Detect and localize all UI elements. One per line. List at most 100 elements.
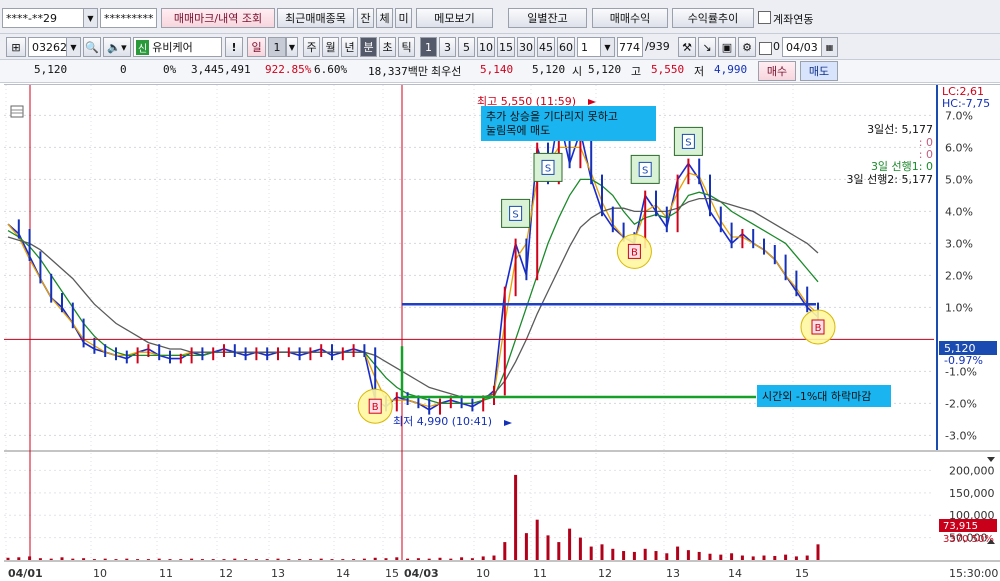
memo-button[interactable]: 메모보기 [416,8,493,28]
volume-bar [676,546,680,560]
series-line-0 [7,115,819,411]
pct-tick-label: 5.0% [945,173,973,186]
stock-name-field[interactable]: 신 유비케어 [133,37,222,57]
grid-toggle-icon[interactable] [10,105,24,118]
buy-marker-label: B [372,402,379,413]
sell-marker-label: S [545,163,551,174]
price-chart[interactable]: 7.0% 6.0% 5.0% 4.0% 3.0% 2.0% 1.0% -1.0% -2.0% -3… [4,85,1000,581]
chevron-down-icon[interactable]: ▼ [286,37,298,57]
chevron-down-icon[interactable]: ▼ [83,9,97,27]
interval-button[interactable]: 60 [557,37,575,57]
volume-bar [341,559,345,560]
chart-settings-icon[interactable]: ⊞ [6,37,26,57]
credit-badge: 신 [136,39,150,55]
date-checkbox[interactable] [759,42,772,55]
speaker-icon[interactable]: 🔈▾ [103,37,131,57]
interval-select[interactable]: 1 ▼ [577,37,615,57]
x-tick-label: 10 [93,567,107,580]
x-tick-label: 13 [666,567,680,580]
calendar-icon[interactable]: ▦ [821,38,837,56]
yield-trend-button[interactable]: 수익률추이 [672,8,754,28]
period-year-button[interactable]: 년 [341,37,358,57]
account-link-label: 계좌연동 [773,13,814,26]
bar-count-input[interactable]: 774 [617,37,643,57]
draw-tool-icon[interactable]: ↘ [698,37,716,57]
scroll-down-icon[interactable] [987,457,995,462]
sell-button[interactable]: 매도 [800,61,838,81]
current-pct-tag: -0.97% [944,354,983,367]
volume-bar [686,550,690,560]
search-icon[interactable]: 🔍 [83,37,101,57]
interval-button[interactable]: 3 [439,37,456,57]
interval-button[interactable]: 10 [477,37,495,57]
x-tick-label: 10 [476,567,490,580]
interval-button[interactable]: 1 [420,37,437,57]
volume-bar [49,558,53,560]
volume-bar [406,558,410,560]
daily-balance-button[interactable]: 일별잔고 [508,8,587,28]
chevron-down-icon[interactable]: ▼ [600,38,614,56]
volume-bar [211,559,215,560]
period-second-button[interactable]: 초 [379,37,396,57]
volume-value: 3,445,491 [191,63,251,76]
min-price-label: 최저 4,990 (10:41) [393,415,492,428]
interval-button[interactable]: 30 [517,37,535,57]
interval-button[interactable]: 45 [537,37,555,57]
after-hours-note-text: 시간외 -1%대 하락마감 [762,389,871,403]
gear-icon[interactable]: ⚙ [738,37,756,57]
volume-bar [503,542,507,560]
indicator-3day: 3일선: 5,177 [867,122,933,136]
trade-mark-button[interactable]: 매매마크/내역 조회 [161,8,275,28]
period-day-button[interactable]: 일 [247,37,266,57]
period-day-number[interactable]: 1 [268,37,286,57]
pct-tick-label: 6.0% [945,141,973,154]
trade-profit-button[interactable]: 매매수익 [592,8,668,28]
interval-button[interactable]: 5 [458,37,475,57]
password-field[interactable]: ********* [100,8,157,28]
password-value: ********* [104,11,154,25]
interval-button[interactable]: 15 [497,37,515,57]
stock-code-select[interactable]: 032620 ▼ [28,37,81,57]
low-price: 4,990 [714,63,748,76]
pct-tick-label: -3.0% [945,429,977,442]
sell-marker-label: S [512,209,518,220]
pct-tick-label: -2.0% [945,397,977,410]
tab-executed[interactable]: 체 [376,8,393,28]
tab-pending[interactable]: 미 [395,8,412,28]
period-week-button[interactable]: 주 [303,37,320,57]
x-tick-label: 14 [728,567,742,580]
chart-area[interactable]: 7.0% 6.0% 5.0% 4.0% 3.0% 2.0% 1.0% -1.0% -2.0% -3… [4,84,1000,581]
recent-trades-button[interactable]: 최근매매종목 [277,8,354,28]
volume-bar [352,559,356,560]
warning-icon[interactable]: ! [225,37,243,57]
x-tick-label: 15 [385,567,399,580]
volume-bar [719,554,723,560]
volume-bar [416,558,420,560]
account-select[interactable]: ****-**29 ▼ [2,8,98,28]
date-picker[interactable]: 04/03 ▦ [782,37,838,57]
buy-button[interactable]: 매수 [758,61,796,81]
min-price-arrow [504,420,512,426]
x-tick-label: 15 [795,567,809,580]
volume-bar [330,559,334,560]
period-tick-button[interactable]: 틱 [398,37,415,57]
chevron-down-icon[interactable]: ▼ [66,38,80,56]
indicator-lead2: 3일 선행2: 5,177 [846,172,933,186]
current-price: 5,120 [34,63,68,76]
volume-bar [114,559,118,560]
low-label: 저 [694,65,705,78]
volume-bar [730,553,734,560]
volume-bar [794,556,798,560]
volume-bar [254,559,258,560]
save-icon[interactable]: ▣ [718,37,736,57]
high-label: 고 [631,65,642,78]
pct-tick-label: -1.0% [945,365,977,378]
period-month-button[interactable]: 월 [322,37,339,57]
volume-bar [298,559,302,560]
volume-bar [157,558,161,560]
period-minute-button[interactable]: 분 [360,37,377,57]
account-link-checkbox[interactable] [758,11,771,24]
tab-balance[interactable]: 잔 [357,8,374,28]
indicator-icon[interactable]: ⚒ [678,37,696,57]
volume-bar [481,556,485,560]
